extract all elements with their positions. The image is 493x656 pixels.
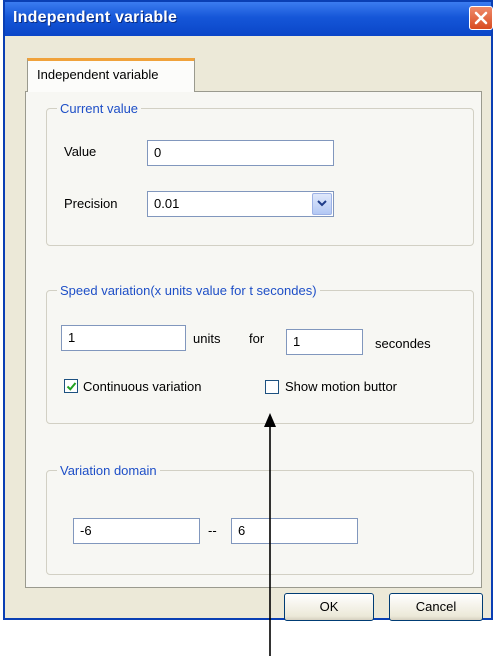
precision-select-value: 0.01 <box>154 196 180 211</box>
arrow-up-icon <box>264 413 276 656</box>
domain-min-text: -6 <box>80 523 92 538</box>
ok-button[interactable]: OK <box>284 593 374 621</box>
tab-independent-variable[interactable]: Independent variable <box>27 58 195 92</box>
show-motion-checkbox[interactable] <box>265 380 279 394</box>
domain-max-text: 6 <box>238 523 246 538</box>
seconds-label: secondes <box>375 336 431 351</box>
dialog-window: Independent variable Independent variabl… <box>3 0 493 621</box>
value-input-text: 0 <box>154 145 162 160</box>
continuous-variation-checkbox[interactable] <box>64 379 78 393</box>
show-motion-label: Show motion buttor <box>285 379 398 394</box>
domain-max-input[interactable]: 6 <box>231 518 358 544</box>
speed-variation-group: Speed variation(x units value for t seco… <box>46 283 474 424</box>
precision-dropdown-button[interactable] <box>312 193 332 215</box>
precision-select[interactable]: 0.01 <box>147 191 334 217</box>
value-label: Value <box>64 144 97 159</box>
check-icon <box>66 382 77 391</box>
for-label: for <box>249 331 265 346</box>
units-label: units <box>193 331 221 346</box>
units-input-text: 1 <box>68 330 76 345</box>
close-icon <box>474 11 488 25</box>
close-button[interactable] <box>469 6 493 30</box>
tab-label: Independent variable <box>37 67 159 82</box>
chevron-down-icon <box>317 200 327 207</box>
speed-variation-legend: Speed variation(x units value for t seco… <box>60 283 317 298</box>
domain-separator: -- <box>208 523 217 538</box>
value-input[interactable]: 0 <box>147 140 334 166</box>
continuous-variation-label: Continuous variation <box>83 379 202 394</box>
precision-label: Precision <box>64 196 118 211</box>
tab-panel: Current value Value 0 Precision 0.01 Spe… <box>25 91 482 588</box>
current-value-group: Current value <box>46 101 474 246</box>
seconds-input[interactable]: 1 <box>286 329 363 355</box>
domain-min-input[interactable]: -6 <box>73 518 200 544</box>
title-bar[interactable]: Independent variable <box>5 2 493 36</box>
current-value-legend: Current value <box>60 101 139 116</box>
cancel-button[interactable]: Cancel <box>389 593 483 621</box>
window-title: Independent variable <box>13 9 178 26</box>
units-input[interactable]: 1 <box>61 325 186 351</box>
variation-domain-legend: Variation domain <box>60 463 157 478</box>
seconds-input-text: 1 <box>293 334 301 349</box>
cancel-button-label: Cancel <box>415 599 457 614</box>
ok-button-label: OK <box>319 599 339 614</box>
